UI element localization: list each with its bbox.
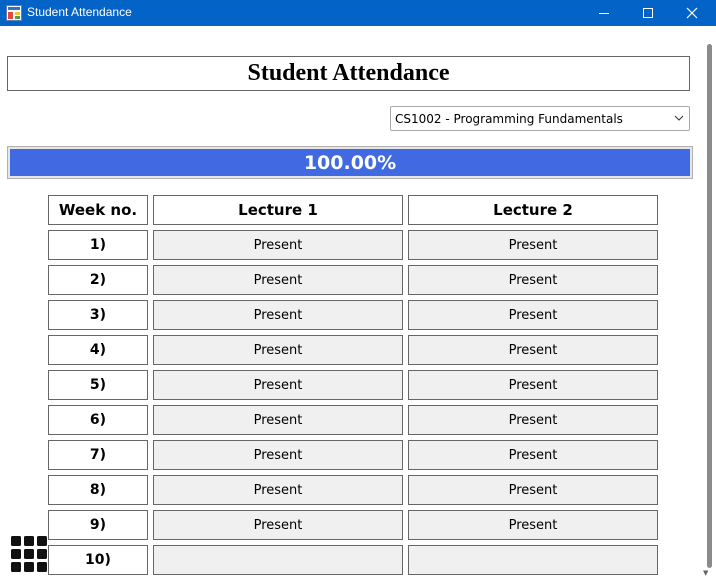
week-number-cell: 2) xyxy=(48,265,148,295)
header-lecture-2: Lecture 2 xyxy=(408,195,658,225)
lecture-1-cell[interactable]: Present xyxy=(153,230,403,260)
lecture-2-cell[interactable] xyxy=(408,545,658,575)
lecture-1-cell[interactable]: Present xyxy=(153,440,403,470)
lecture-1-cell[interactable] xyxy=(153,545,403,575)
lecture-1-cell[interactable]: Present xyxy=(153,475,403,505)
header-lecture-1: Lecture 1 xyxy=(153,195,403,225)
course-dropdown[interactable]: CS1002 - Programming Fundamentals xyxy=(390,106,690,131)
heading-box: Student Attendance xyxy=(7,56,690,91)
lecture-1-cell[interactable]: Present xyxy=(153,510,403,540)
maximize-button[interactable] xyxy=(626,0,670,26)
lecture-2-cell[interactable]: Present xyxy=(408,440,658,470)
close-icon xyxy=(686,7,698,19)
lecture-1-cell[interactable]: Present xyxy=(153,300,403,330)
week-number-cell: 6) xyxy=(48,405,148,435)
lecture-1-cell[interactable]: Present xyxy=(153,370,403,400)
scroll-down-arrow-icon[interactable]: ▼ xyxy=(703,569,708,577)
lecture-2-cell[interactable]: Present xyxy=(408,265,658,295)
minimize-button[interactable] xyxy=(582,0,626,26)
lecture-2-cell[interactable]: Present xyxy=(408,300,658,330)
progress-label: 100.00% xyxy=(303,151,397,174)
title-bar[interactable]: Student Attendance xyxy=(0,0,716,26)
week-number-cell: 9) xyxy=(48,510,148,540)
lecture-2-cell[interactable]: Present xyxy=(408,370,658,400)
window-title: Student Attendance xyxy=(27,5,132,19)
week-number-cell: 4) xyxy=(48,335,148,365)
week-number-cell: 3) xyxy=(48,300,148,330)
maximize-icon xyxy=(643,8,653,18)
lecture-1-cell[interactable]: Present xyxy=(153,405,403,435)
attendance-progress-bar: 100.00% xyxy=(7,146,693,179)
week-number-cell: 5) xyxy=(48,370,148,400)
close-button[interactable] xyxy=(670,0,714,26)
course-dropdown-value: CS1002 - Programming Fundamentals xyxy=(395,112,623,126)
week-number-cell: 7) xyxy=(48,440,148,470)
minimize-icon xyxy=(599,13,609,14)
lecture-2-cell[interactable]: Present xyxy=(408,475,658,505)
lecture-1-cell[interactable]: Present xyxy=(153,335,403,365)
lecture-2-cell[interactable]: Present xyxy=(408,335,658,365)
header-week-no: Week no. xyxy=(48,195,148,225)
lecture-2-cell[interactable]: Present xyxy=(408,510,658,540)
lecture-1-cell[interactable]: Present xyxy=(153,265,403,295)
chevron-down-icon xyxy=(674,115,684,121)
week-number-cell: 10) xyxy=(48,545,148,575)
grid-menu-icon[interactable] xyxy=(11,536,47,572)
lecture-2-cell[interactable]: Present xyxy=(408,230,658,260)
scrollbar-thumb[interactable] xyxy=(707,44,712,568)
page-title: Student Attendance xyxy=(247,60,450,86)
lecture-2-cell[interactable]: Present xyxy=(408,405,658,435)
week-number-cell: 1) xyxy=(48,230,148,260)
week-number-cell: 8) xyxy=(48,475,148,505)
app-window-icon xyxy=(6,5,22,21)
